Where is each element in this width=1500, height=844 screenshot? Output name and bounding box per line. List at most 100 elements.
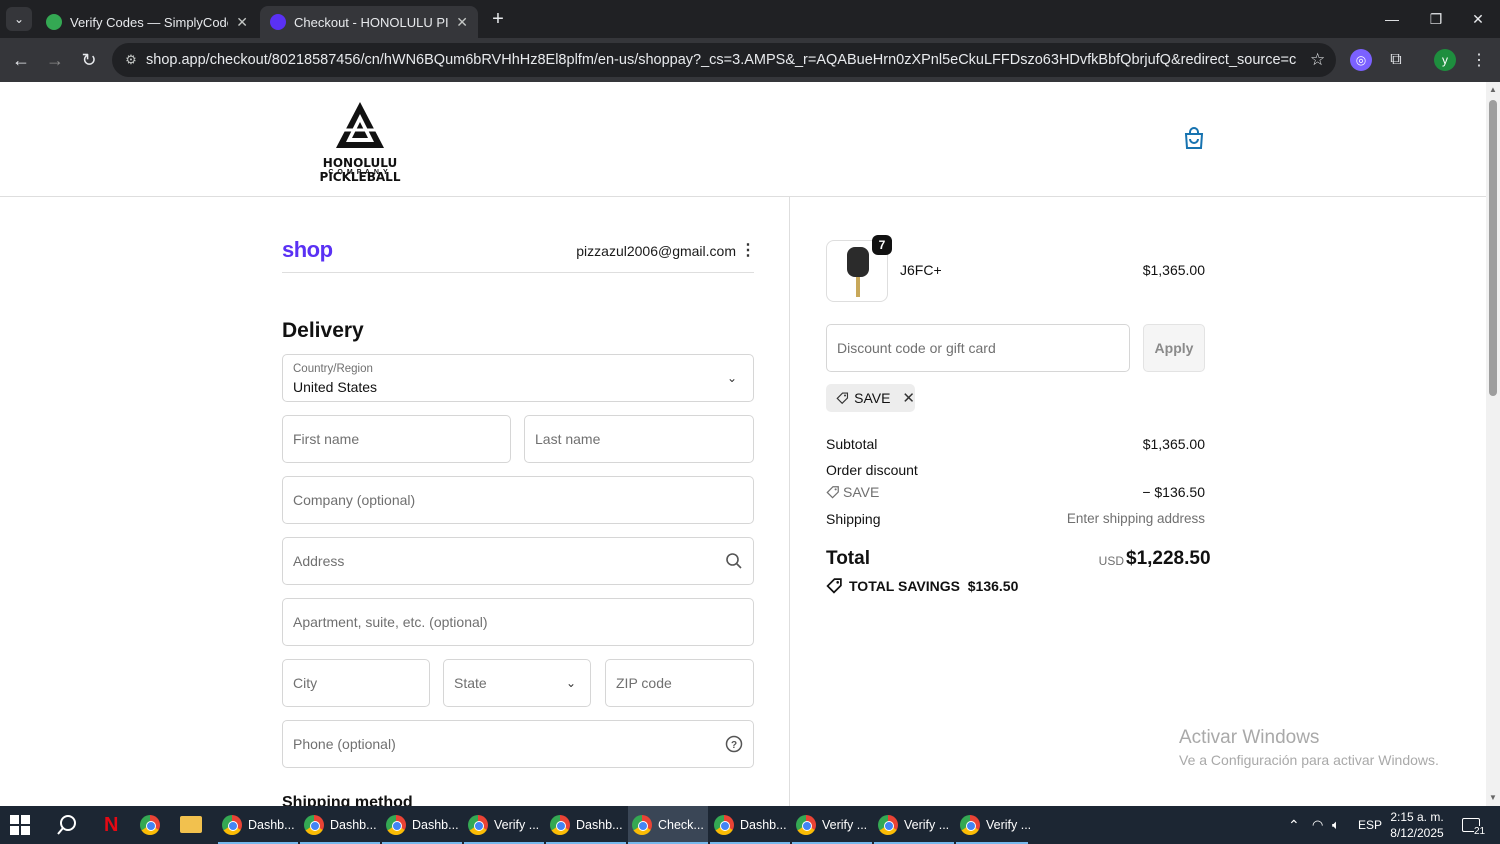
browser-toolbar: ← → ↻ ⚙ shop.app/checkout/80218587456/cn… xyxy=(0,38,1500,82)
remove-discount-icon[interactable]: ✕ xyxy=(902,389,915,407)
file-explorer-icon[interactable] xyxy=(180,816,202,833)
state-select[interactable]: State ⌄ xyxy=(443,659,591,707)
tray-chevron-up-icon[interactable]: ⌃ xyxy=(1288,806,1300,844)
address-field[interactable]: Address xyxy=(282,537,754,585)
close-tab-icon[interactable]: ✕ xyxy=(236,14,248,31)
url-text[interactable]: shop.app/checkout/80218587456/cn/hWN6BQu… xyxy=(146,52,1296,68)
country-select[interactable]: Country/Region United States ⌄ xyxy=(282,354,754,402)
product-name: J6FC+ xyxy=(900,262,942,278)
shopping-bag-icon[interactable] xyxy=(1183,126,1205,150)
taskbar-item-verify-3[interactable]: Verify ... xyxy=(874,806,954,844)
taskbar-item-label: Verify ... xyxy=(904,818,950,832)
site-info-icon[interactable]: ⚙ xyxy=(116,52,146,68)
chrome-icon xyxy=(304,815,324,835)
help-icon[interactable]: ? xyxy=(725,735,743,753)
page-scrollbar[interactable]: ▲ ▼ xyxy=(1486,82,1500,806)
notification-count: 21 xyxy=(1474,825,1486,837)
pickleball-logo-icon xyxy=(336,102,384,148)
apartment-placeholder: Apartment, suite, etc. (optional) xyxy=(293,614,488,630)
browser-tab-bar: ⌄ Verify Codes — SimplyCodes ✕ Checkout … xyxy=(0,0,1500,38)
divider xyxy=(282,272,754,273)
taskbar-item-verify-2[interactable]: Verify ... xyxy=(792,806,872,844)
discount-code-input[interactable]: Discount code or gift card xyxy=(826,324,1130,372)
taskbar-item-label: Verify ... xyxy=(822,818,868,832)
reload-button[interactable]: ↻ xyxy=(76,47,102,73)
address-bar[interactable]: ⚙ shop.app/checkout/80218587456/cn/hWN6B… xyxy=(112,43,1336,77)
applied-discount-chip: SAVE ✕ xyxy=(826,384,915,412)
state-placeholder: State xyxy=(454,675,487,691)
taskbar-item-dashb-n[interactable]: Dashb... xyxy=(218,806,298,844)
chrome-icon xyxy=(468,815,488,835)
browser-menu-icon[interactable]: ⋮ xyxy=(1468,49,1490,71)
first-name-field[interactable]: First name xyxy=(282,415,511,463)
discount-placeholder: Discount code or gift card xyxy=(837,340,996,356)
windows-start-icon[interactable] xyxy=(10,815,30,835)
restore-button[interactable]: ❐ xyxy=(1414,0,1458,38)
chrome-icon xyxy=(386,815,406,835)
close-window-button[interactable]: ✕ xyxy=(1456,0,1500,38)
subtotal-row: Subtotal $1,365.00 xyxy=(826,436,1205,452)
store-logo[interactable]: HONOLULU PICKLEBALL COMPANY xyxy=(282,100,438,184)
taskbar-item-label: Verify ... xyxy=(494,818,540,832)
search-icon[interactable] xyxy=(56,814,78,836)
tab-simplycodes[interactable]: Verify Codes — SimplyCodes ✕ xyxy=(36,6,258,38)
tab-search-button[interactable]: ⌄ xyxy=(6,7,32,31)
phone-field[interactable]: Phone (optional) ? xyxy=(282,720,754,768)
taskbar-item-label: Dashb... xyxy=(412,818,459,832)
apartment-field[interactable]: Apartment, suite, etc. (optional) xyxy=(282,598,754,646)
search-icon xyxy=(726,553,742,569)
taskbar-item-checkout[interactable]: Check... xyxy=(628,806,708,844)
taskbar-item-label: Dashb... xyxy=(576,818,623,832)
chrome-taskbar-icon[interactable] xyxy=(140,806,164,844)
new-tab-button[interactable]: + xyxy=(486,6,510,32)
chrome-icon xyxy=(222,815,242,835)
address-placeholder: Address xyxy=(293,553,345,569)
apply-discount-button[interactable]: Apply xyxy=(1143,324,1205,372)
minimize-button[interactable]: — xyxy=(1370,0,1414,38)
subtotal-value: $1,365.00 xyxy=(1142,436,1205,452)
profile-avatar[interactable]: y xyxy=(1434,49,1456,71)
back-button[interactable]: ← xyxy=(8,47,34,73)
zip-field[interactable]: ZIP code xyxy=(605,659,754,707)
chrome-icon xyxy=(878,815,898,835)
taskbar-item-dashb-j[interactable]: Dashb... xyxy=(546,806,626,844)
taskbar-item-dashb-f[interactable]: Dashb... xyxy=(300,806,380,844)
taskbar-item-dashb-2[interactable]: Dashb... xyxy=(710,806,790,844)
bookmark-star-icon[interactable]: ☆ xyxy=(1310,50,1325,70)
taskbar-item-label: Dashb... xyxy=(248,818,295,832)
system-clock[interactable]: 2:15 a. m. 8/12/2025 xyxy=(1386,809,1448,841)
scroll-up-icon[interactable]: ▲ xyxy=(1489,86,1497,94)
notifications-icon[interactable]: 21 xyxy=(1462,806,1491,844)
column-divider xyxy=(789,197,790,806)
discount-code-row: SAVE − $136.50 xyxy=(826,484,1205,500)
extension-icon[interactable]: ◎ xyxy=(1350,49,1372,71)
total-currency: USD xyxy=(1098,554,1124,568)
network-icon[interactable]: ◠ xyxy=(1312,806,1323,844)
clock-date: 8/12/2025 xyxy=(1390,826,1444,840)
taskbar-item-label: Check... xyxy=(658,818,704,832)
account-menu-icon[interactable]: ⋮ xyxy=(740,240,756,260)
windows-activation-watermark: Activar Windows Ve a Configuración para … xyxy=(1179,727,1439,768)
discount-amount: − $136.50 xyxy=(1142,484,1205,500)
shipping-method-heading: Shipping method xyxy=(282,794,413,806)
forward-button[interactable]: → xyxy=(42,47,68,73)
close-tab-icon[interactable]: ✕ xyxy=(456,14,468,31)
extensions-puzzle-icon[interactable]: ⧉ xyxy=(1385,49,1407,71)
volume-icon[interactable]: 🔈︎ xyxy=(1332,806,1340,844)
chrome-icon xyxy=(632,815,652,835)
city-field[interactable]: City xyxy=(282,659,430,707)
company-field[interactable]: Company (optional) xyxy=(282,476,754,524)
tab-checkout[interactable]: Checkout - HONOLULU PICKLEBALL ✕ xyxy=(260,6,478,38)
windows-taskbar: N Dashb... Dashb... Dashb... Verify ... … xyxy=(0,806,1500,844)
svg-text:?: ? xyxy=(731,740,737,751)
language-indicator[interactable]: ESP xyxy=(1358,806,1382,844)
taskbar-item-verify-h[interactable]: Verify ... xyxy=(956,806,1036,844)
last-name-field[interactable]: Last name xyxy=(524,415,754,463)
scroll-down-icon[interactable]: ▼ xyxy=(1489,794,1497,802)
taskbar-item-dashb[interactable]: Dashb... xyxy=(382,806,462,844)
taskbar-item-verify-a[interactable]: Verify ... xyxy=(464,806,544,844)
taskbar-item-label: Verify ... xyxy=(986,818,1032,832)
scrollbar-thumb[interactable] xyxy=(1489,100,1497,396)
total-value: $1,228.50 xyxy=(1126,548,1211,569)
netflix-icon[interactable]: N xyxy=(104,815,120,835)
